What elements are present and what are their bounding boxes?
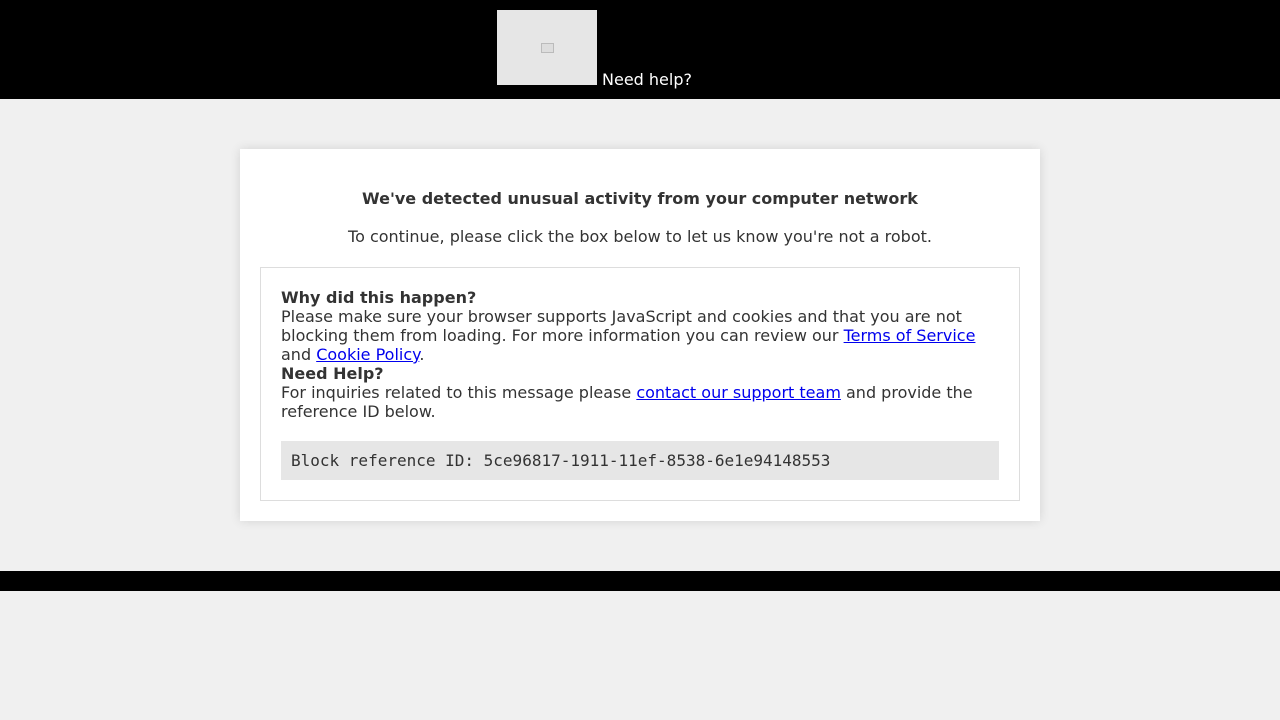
footer	[0, 571, 1280, 591]
header: Need help?	[0, 0, 1280, 99]
need-help-heading: Need Help?	[281, 364, 384, 383]
block-reference-id: Block reference ID: 5ce96817-1911-11ef-8…	[281, 441, 999, 480]
support-link[interactable]: contact our support team	[636, 383, 841, 402]
page-title: We've detected unusual activity from you…	[362, 189, 918, 208]
cookie-policy-link[interactable]: Cookie Policy	[316, 345, 419, 364]
why-text: and	[281, 345, 317, 364]
block-card: We've detected unusual activity from you…	[240, 149, 1040, 521]
why-heading: Why did this happen?	[281, 288, 477, 307]
logo-image	[497, 10, 597, 85]
info-box: Why did this happen? Please make sure yo…	[260, 267, 1020, 501]
need-help-link[interactable]: Need help?	[602, 70, 692, 89]
why-text: .	[419, 345, 425, 364]
help-text: For inquiries related to this message pl…	[281, 383, 637, 402]
broken-image-icon	[540, 42, 554, 53]
subtitle: To continue, please click the box below …	[348, 227, 932, 246]
terms-link[interactable]: Terms of Service	[844, 326, 976, 345]
